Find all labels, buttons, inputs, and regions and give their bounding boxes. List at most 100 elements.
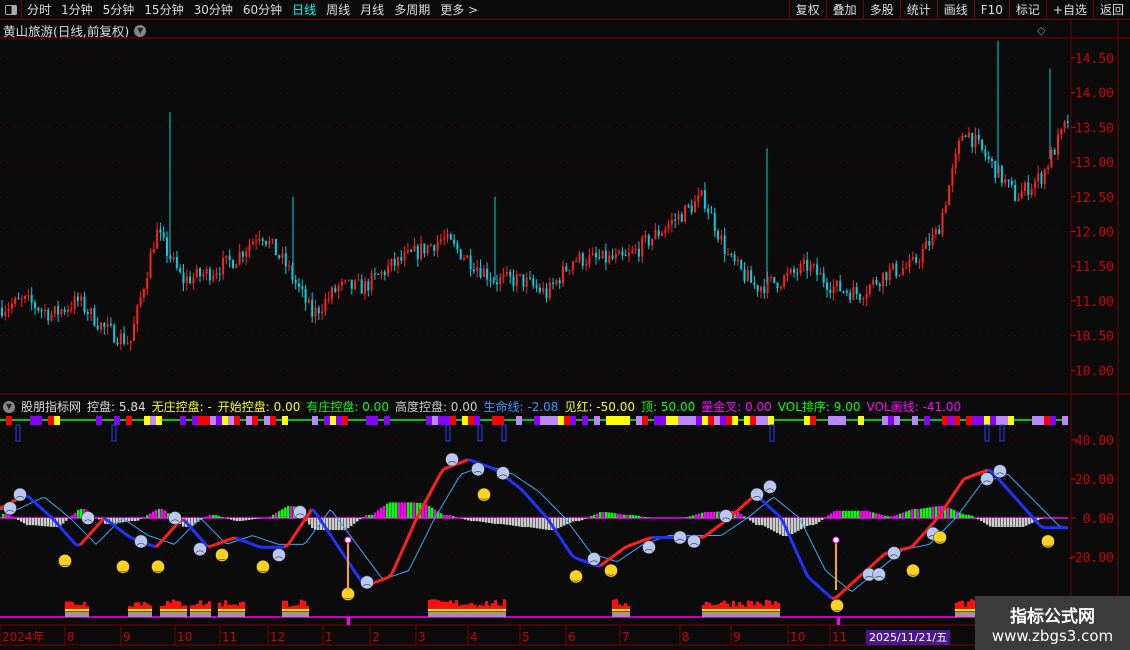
strip-block <box>894 416 900 425</box>
histogram-bar <box>923 508 926 518</box>
candle-body <box>261 238 264 242</box>
vol-bar-base <box>771 612 774 617</box>
indicator-value: 顶: 50.00 <box>641 400 696 414</box>
main-series-segment <box>34 502 42 509</box>
main-series-segment <box>914 536 922 544</box>
candle-body <box>776 282 779 289</box>
vol-bar-top <box>233 609 236 611</box>
main-series-segment <box>223 538 229 543</box>
candle-body <box>43 309 46 311</box>
main-series-segment <box>854 575 862 581</box>
candle-body <box>535 285 538 288</box>
candle-body <box>964 135 967 138</box>
vol-bar-base <box>753 612 756 617</box>
main-series-segment <box>1022 506 1030 514</box>
vol-bar-top <box>178 609 181 611</box>
candle-body <box>647 235 650 246</box>
strip-block <box>30 416 36 425</box>
vol-bar-base <box>218 612 221 617</box>
main-series-segment <box>1006 488 1014 496</box>
histogram-bar <box>1025 518 1028 526</box>
strip-block <box>1062 416 1068 425</box>
vol-bar-top <box>717 609 720 611</box>
histogram-bar <box>989 518 992 527</box>
main-series-segment <box>115 525 121 532</box>
strip-block <box>312 416 318 425</box>
strip-block <box>582 416 588 425</box>
candle-body <box>133 324 135 341</box>
candle-body <box>301 286 304 289</box>
candle-body <box>545 288 548 298</box>
main-series-segment <box>870 560 878 567</box>
candle-body <box>608 255 611 263</box>
vol-bar-top <box>143 609 146 611</box>
candle-body <box>73 296 76 310</box>
strip-block <box>498 416 504 425</box>
indicator-value: 有庄控盘: 0.00 <box>306 400 389 414</box>
main-series-segment <box>211 542 217 548</box>
histogram-bar <box>431 507 434 518</box>
face-glyph: ︵ <box>363 578 371 587</box>
histogram-bar <box>161 509 164 518</box>
strip-block <box>426 416 432 425</box>
vol-bar-top <box>759 609 762 611</box>
vol-bar-top <box>768 609 771 611</box>
strip-block <box>54 416 60 425</box>
face-glyph: ‿ <box>61 557 69 566</box>
vol-bar-top <box>738 609 741 611</box>
histogram-bar <box>233 518 236 521</box>
candle-body <box>86 311 89 315</box>
price-tick-label: 12.50 <box>1075 191 1114 206</box>
candle-body <box>212 275 215 281</box>
chart-canvas[interactable]: 14.50 14.00 13.50 13.00 12.50 12.00 11.50 11.00… <box>0 0 1130 650</box>
vol-bar-top <box>705 609 708 611</box>
chevron-down-icon[interactable]: ▼ <box>3 400 15 413</box>
strip-block <box>606 416 612 425</box>
candle-body <box>218 273 221 275</box>
candle-body <box>377 274 380 276</box>
vol-bar-top <box>440 609 443 611</box>
histogram-bar <box>983 518 986 523</box>
histogram-bar <box>398 502 401 518</box>
main-series-segment <box>946 495 954 504</box>
candle-body <box>1063 121 1066 129</box>
main-series-segment <box>583 559 589 564</box>
date-tick-label: 1 <box>325 630 333 644</box>
vol-bar-top <box>83 609 86 611</box>
main-series-segment <box>707 529 713 536</box>
candle-body <box>1030 188 1033 195</box>
candle-body <box>819 273 822 275</box>
main-series-segment <box>483 463 489 469</box>
histogram-bar <box>866 510 869 518</box>
face-glyph: ‿ <box>480 491 488 500</box>
histogram-bar <box>1037 518 1040 521</box>
histogram-bar <box>647 517 650 518</box>
candle-body <box>568 269 571 271</box>
vol-bar-base <box>621 612 624 617</box>
candle-body <box>10 303 13 309</box>
candle-body <box>743 269 746 281</box>
blue-marker <box>445 424 451 442</box>
candle-body <box>139 297 142 306</box>
indicator-tick-label: -20.00 <box>1067 551 1114 566</box>
date-tick-label: 10 <box>177 630 192 644</box>
candle-body <box>786 273 789 276</box>
histogram-bar <box>350 518 353 526</box>
face-glyph: ︵ <box>499 469 507 478</box>
face-glyph: ︵ <box>676 534 684 543</box>
face-glyph: ︵ <box>690 537 698 546</box>
face-glyph: ︵ <box>865 571 873 580</box>
date-tick-label: 3 <box>418 630 426 644</box>
candle-body <box>367 281 370 291</box>
strip-block <box>234 416 240 425</box>
main-series-segment <box>822 590 830 597</box>
face-glyph: ‿ <box>909 567 917 576</box>
blue-marker <box>501 424 507 442</box>
vol-bar-top <box>461 609 464 611</box>
candle-body <box>1014 184 1017 201</box>
face-glyph: ‿ <box>607 567 615 576</box>
candle-body <box>383 271 386 276</box>
main-series-segment <box>802 567 810 578</box>
candle-body <box>750 270 753 283</box>
vol-bar-base <box>723 612 726 617</box>
